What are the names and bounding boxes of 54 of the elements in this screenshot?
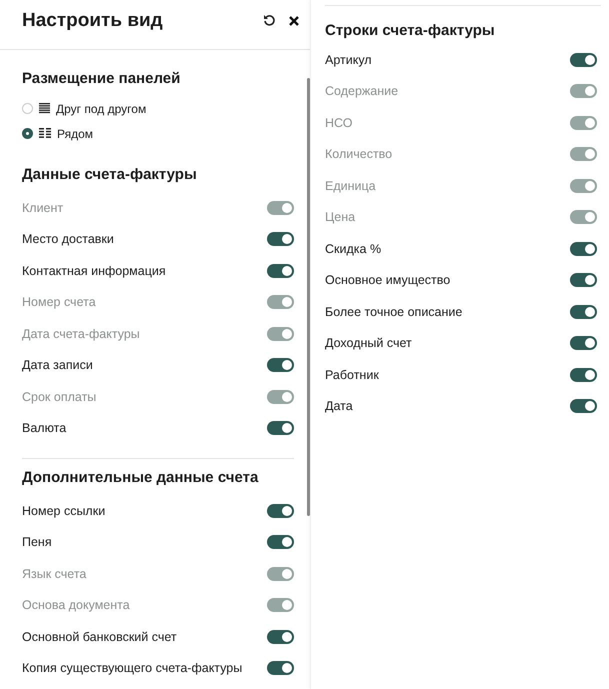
toggle-switch[interactable]: [267, 661, 294, 676]
toggle-switch[interactable]: [570, 336, 597, 350]
toggle-switch[interactable]: [570, 399, 597, 414]
option-label: Номер счета: [22, 295, 96, 310]
option-label: Клиент: [22, 200, 64, 215]
option-label: Артикул: [325, 52, 372, 67]
toggle-switch[interactable]: [267, 421, 294, 436]
option-label: НСО: [325, 116, 353, 130]
section-heading: Строки счета-фактуры: [325, 21, 496, 41]
option-label: Скидка %: [325, 242, 382, 256]
toggle-switch[interactable]: [570, 273, 597, 288]
option-label: Цена: [325, 210, 356, 224]
panel-title: Настроить вид: [22, 10, 163, 32]
option-label: Язык счета: [22, 566, 86, 581]
option-label: Валюта: [22, 421, 66, 436]
radio-button[interactable]: [22, 128, 33, 139]
toggle-switch[interactable]: [267, 358, 294, 372]
toggle-switch[interactable]: [570, 304, 597, 319]
option-label: Контактная информация: [22, 264, 166, 278]
toggle-switch[interactable]: [570, 368, 597, 382]
toggle-switch[interactable]: [267, 535, 294, 550]
option-label: Более точное описание: [325, 304, 462, 319]
option-label: Срок оплаты: [22, 390, 96, 404]
scrollbar[interactable]: [307, 78, 310, 516]
toggle-switch[interactable]: [267, 630, 294, 644]
section-heading: Размещение панелей: [22, 69, 182, 89]
toggle-switch[interactable]: [267, 504, 294, 518]
option-label: Место доставки: [22, 232, 114, 246]
option-label: Количество: [325, 147, 392, 162]
columns-icon: [39, 128, 51, 139]
toggle-switch[interactable]: [570, 242, 597, 256]
toggle-switch[interactable]: [267, 232, 294, 246]
option-label: Основное имущество: [325, 273, 450, 288]
option-label: Дата: [325, 399, 353, 414]
option-label: Единица: [325, 178, 376, 193]
radio-label: Рядом: [57, 126, 94, 140]
option-label: Основа документа: [22, 598, 130, 612]
option-label: Содержание: [325, 84, 398, 98]
toggle-switch[interactable]: [267, 264, 294, 278]
radio-label: Друг под другом: [56, 102, 146, 116]
section-heading: Данные счета-фактуры: [22, 165, 198, 185]
option-label: Доходный счет: [325, 336, 412, 350]
option-label: Основной банковский счет: [22, 630, 177, 644]
toggle-switch[interactable]: [570, 52, 597, 67]
stacked-lines-icon: [39, 103, 50, 114]
reset-icon[interactable]: [263, 14, 276, 27]
option-label: Номер ссылки: [22, 504, 106, 518]
option-label: Дата счета-фактуры: [22, 326, 140, 341]
close-icon[interactable]: [288, 14, 300, 26]
option-label: Копия существующего счета-фактуры: [22, 661, 242, 676]
option-label: Пеня: [22, 535, 52, 550]
option-label: Работник: [325, 368, 379, 382]
option-label: Дата записи: [22, 358, 93, 372]
section-heading: Дополнительные данные счета: [22, 468, 260, 488]
